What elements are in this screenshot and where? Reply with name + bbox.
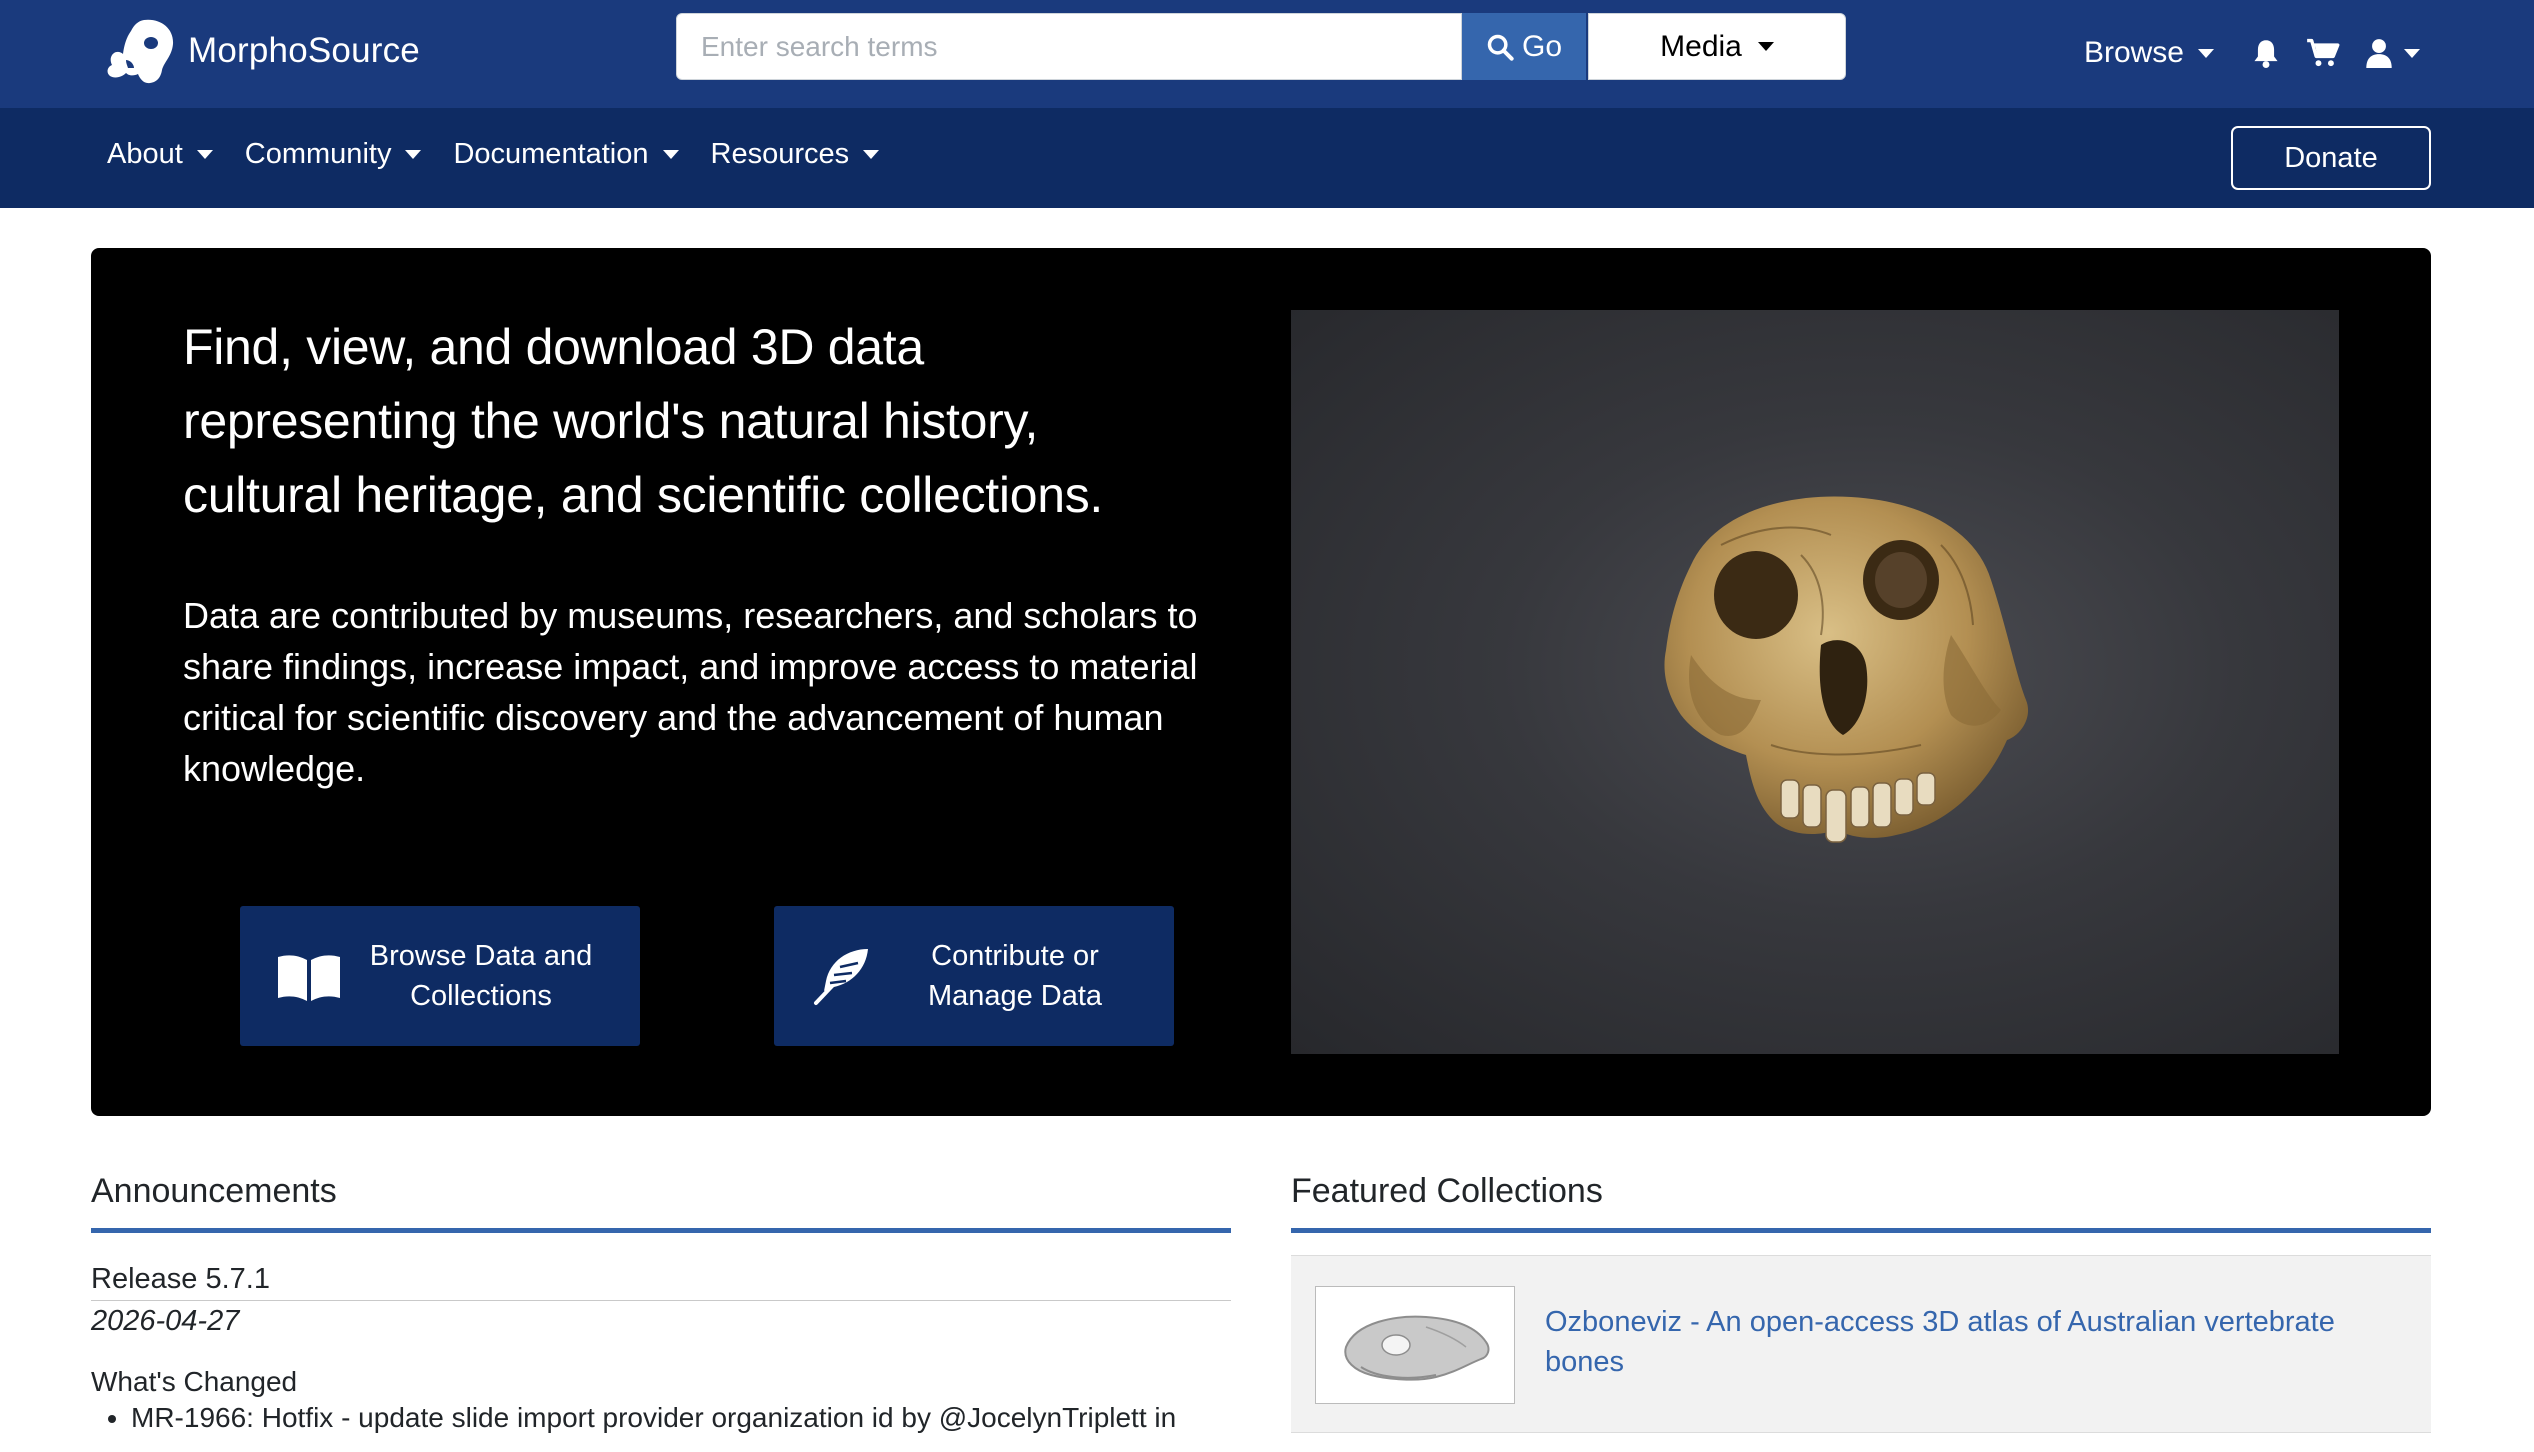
donate-button[interactable]: Donate xyxy=(2231,126,2431,190)
menu-documentation-label: Documentation xyxy=(453,138,649,170)
announcements-divider xyxy=(91,1228,1231,1233)
skull-thumbnail-image xyxy=(1344,1315,1490,1381)
hero-description: Data are contributed by museums, researc… xyxy=(183,595,1198,789)
release-date: 2026-04-27 xyxy=(91,1305,240,1337)
brand-name: MorphoSource xyxy=(188,31,420,70)
main-menu: About Community Documentation Resources xyxy=(107,138,911,171)
morphosource-logo-icon xyxy=(107,19,174,84)
menu-community[interactable]: Community xyxy=(245,138,422,171)
changes-list: MR-1966: Hotfix - update slide import pr… xyxy=(91,1402,1231,1434)
menu-about[interactable]: About xyxy=(107,138,213,171)
search-bar: Go Media xyxy=(676,13,1846,80)
skull-3d-image xyxy=(1664,496,2029,843)
search-icon xyxy=(1487,34,1514,61)
menu-about-label: About xyxy=(107,138,183,170)
browse-data-line1: Browse Data and xyxy=(369,940,593,972)
go-label: Go xyxy=(1521,29,1563,63)
release-title: Release 5.7.1 xyxy=(91,1263,1231,1301)
bell-icon xyxy=(2254,40,2278,68)
hero-banner: Find, view, and download 3D data represe… xyxy=(91,248,2431,1116)
hero-title: Find, view, and download 3D data represe… xyxy=(183,319,1104,523)
search-type-dropdown[interactable]: Media xyxy=(1588,13,1846,80)
featured-collections-section: Featured Collections Ozboneviz - An open… xyxy=(1291,1172,2431,1433)
contribute-data-button[interactable]: Contribute or Manage Data xyxy=(774,906,1174,1046)
brand-home-link[interactable]: MorphoSource xyxy=(104,16,420,86)
changes-heading: What's Changed xyxy=(91,1366,298,1397)
browse-data-button[interactable]: Browse Data and Collections xyxy=(240,906,640,1046)
chevron-down-icon xyxy=(2404,48,2420,58)
chevron-down-icon xyxy=(1757,42,1774,51)
featured-collections-heading: Featured Collections xyxy=(1291,1172,1603,1210)
menu-resources[interactable]: Resources xyxy=(711,138,880,171)
chevron-down-icon xyxy=(863,150,880,159)
collection-link[interactable]: Ozboneviz - An open-access 3D atlas of A… xyxy=(1545,1302,2405,1382)
chevron-down-icon xyxy=(2198,48,2214,58)
announcements-section: Announcements Release 5.7.1 2026-04-27 W… xyxy=(91,1172,1231,1434)
chevron-down-icon xyxy=(405,150,422,159)
menu-documentation[interactable]: Documentation xyxy=(453,138,679,171)
browse-data-line2: Collections xyxy=(410,980,552,1012)
user-menu-dropdown[interactable] xyxy=(2366,38,2420,68)
chevron-down-icon xyxy=(662,150,679,159)
menu-resources-label: Resources xyxy=(710,138,850,170)
feather-icon xyxy=(814,949,868,1005)
browse-data-label: Browse Data and Collections xyxy=(344,936,640,1016)
search-input[interactable] xyxy=(676,13,1462,80)
secondary-navbar: About Community Documentation Resources … xyxy=(0,108,2534,208)
list-item: MR-1966: Hotfix - update slide import pr… xyxy=(131,1402,1231,1434)
top-navbar: MorphoSource Go Media Browse xyxy=(0,0,2534,108)
search-go-button[interactable]: Go xyxy=(1462,13,1586,80)
chevron-down-icon xyxy=(196,150,213,159)
menu-community-label: Community xyxy=(244,138,392,170)
hero-3d-viewer[interactable] xyxy=(1291,310,2339,1054)
browse-label: Browse xyxy=(2083,36,2184,69)
cart-button[interactable] xyxy=(2306,38,2340,68)
collection-thumbnail[interactable] xyxy=(1315,1286,1515,1404)
browse-dropdown[interactable]: Browse xyxy=(2084,36,2214,70)
contribute-data-label: Contribute or Manage Data xyxy=(878,936,1174,1016)
featured-divider xyxy=(1291,1228,2431,1233)
user-icon xyxy=(2366,39,2392,68)
search-type-label: Media xyxy=(1660,29,1742,63)
open-book-icon xyxy=(278,955,340,1001)
contribute-data-line1: Contribute or xyxy=(931,940,1099,972)
announcements-heading: Announcements xyxy=(91,1172,337,1210)
featured-collection-card: Ozboneviz - An open-access 3D atlas of A… xyxy=(1291,1255,2431,1433)
cart-icon xyxy=(2307,38,2340,67)
contribute-data-line2: Manage Data xyxy=(927,980,1103,1012)
header-actions: Browse xyxy=(2084,28,2420,78)
notifications-button[interactable] xyxy=(2252,38,2280,68)
